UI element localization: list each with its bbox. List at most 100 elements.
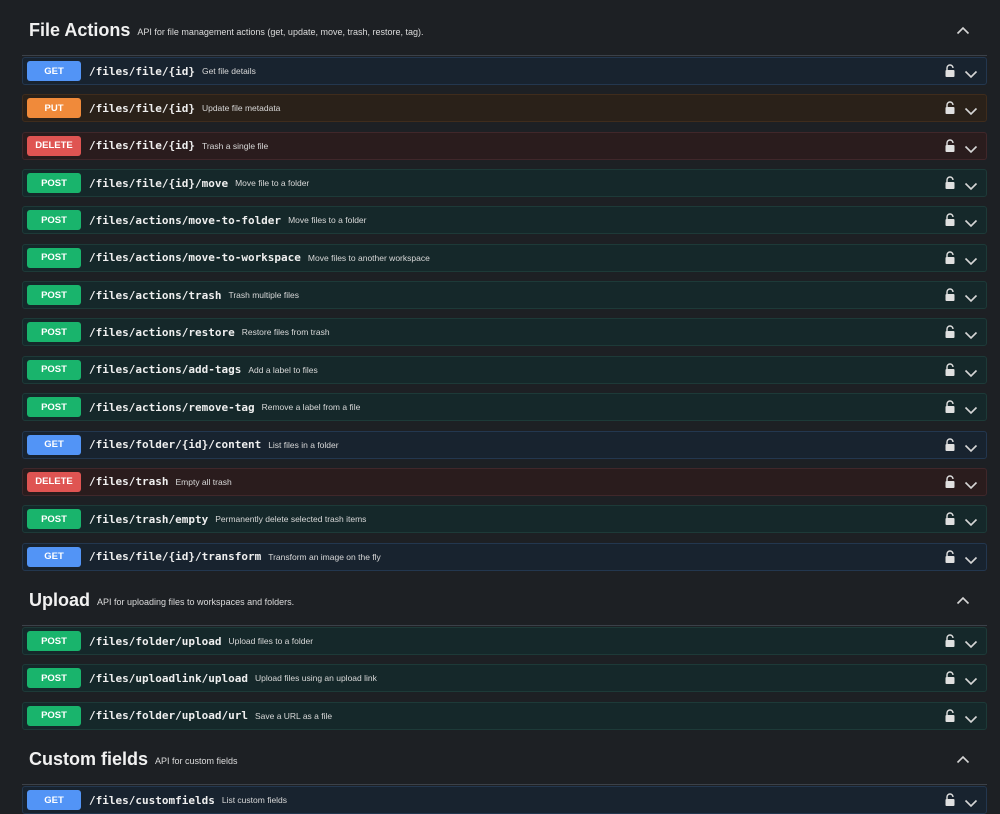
operation-row[interactable]: DELETE/files/file/{id} Trash a single fil… bbox=[22, 131, 987, 160]
lock-icon[interactable] bbox=[944, 793, 956, 807]
method-badge: POST bbox=[27, 359, 81, 380]
operation-row[interactable]: DELETE/files/trash Empty all trash bbox=[22, 467, 987, 496]
endpoint-path: /files/file/{id}/move bbox=[89, 176, 229, 190]
operation-row[interactable]: PUT/files/file/{id} Update file metadata bbox=[22, 94, 987, 123]
chevron-down-icon[interactable] bbox=[964, 103, 978, 116]
chevron-down-icon[interactable] bbox=[964, 327, 978, 340]
endpoint-summary: Move files to a folder bbox=[288, 215, 367, 226]
method-badge: POST bbox=[27, 285, 81, 306]
lock-icon[interactable] bbox=[944, 437, 956, 452]
section-header[interactable]: File Actions API for file management act… bbox=[22, 5, 987, 56]
chevron-down-icon[interactable] bbox=[964, 514, 978, 527]
method-badge: POST bbox=[27, 705, 81, 726]
endpoint-summary: Move file to a folder bbox=[235, 178, 310, 189]
endpoint-path: /files/actions/add-tags bbox=[89, 363, 242, 377]
chevron-down-icon[interactable] bbox=[964, 402, 978, 415]
endpoint-path: /files/actions/restore bbox=[89, 325, 235, 339]
chevron-down-icon[interactable] bbox=[964, 365, 978, 377]
chevron-down-icon[interactable] bbox=[964, 66, 978, 79]
lock-icon[interactable] bbox=[944, 475, 956, 489]
endpoint-summary: Remove a label from a file bbox=[261, 402, 361, 413]
chevron-down-icon[interactable] bbox=[964, 253, 978, 265]
endpoint-summary: Upload files to a folder bbox=[228, 636, 314, 646]
endpoint-path: /files/trash bbox=[89, 475, 169, 489]
operation-row[interactable]: POST/files/actions/add-tags Add a label t… bbox=[22, 355, 987, 384]
chevron-down-icon[interactable] bbox=[964, 215, 978, 228]
endpoint-summary: Permanently delete selected trash items bbox=[215, 514, 367, 525]
endpoint-path: /files/trash/empty bbox=[89, 512, 209, 526]
section-description: API for uploading files to workspaces an… bbox=[97, 596, 295, 607]
lock-icon[interactable] bbox=[944, 213, 956, 227]
chevron-down-icon[interactable] bbox=[964, 636, 978, 649]
method-badge: POST bbox=[27, 173, 81, 194]
operation-row[interactable]: POST/files/actions/move-to-folder Move fi… bbox=[22, 206, 987, 235]
endpoint-summary: Trash multiple files bbox=[228, 290, 299, 301]
section-header[interactable]: Upload API for uploading files to worksp… bbox=[22, 575, 987, 626]
method-badge: GET bbox=[27, 790, 81, 810]
endpoint-path: /files/actions/move-to-workspace bbox=[89, 251, 301, 265]
lock-icon[interactable] bbox=[944, 64, 956, 78]
lock-icon[interactable] bbox=[944, 251, 956, 265]
method-badge: PUT bbox=[27, 98, 81, 119]
endpoint-path: /files/file/{id} bbox=[89, 101, 195, 115]
operation-row[interactable]: GET/files/file/{id}/transform Transform a… bbox=[22, 542, 987, 571]
method-badge: POST bbox=[27, 397, 81, 418]
lock-icon[interactable] bbox=[944, 512, 956, 526]
lock-icon[interactable] bbox=[944, 709, 956, 723]
lock-icon[interactable] bbox=[944, 176, 956, 190]
endpoint-path: /files/actions/move-to-folder bbox=[89, 213, 282, 227]
endpoint-summary: Empty all trash bbox=[175, 476, 232, 487]
api-docs-page: File Actions API for file management act… bbox=[0, 0, 1000, 814]
chevron-down-icon[interactable] bbox=[964, 141, 978, 153]
chevron-down-icon[interactable] bbox=[964, 673, 978, 686]
lock-icon[interactable] bbox=[944, 400, 956, 414]
lock-icon[interactable] bbox=[944, 634, 956, 648]
operation-row[interactable]: GET/files/folder/{id}/content List files … bbox=[22, 430, 987, 459]
operation-row[interactable]: POST/files/actions/trash Trash multiple f… bbox=[22, 281, 987, 310]
chevron-down-icon[interactable] bbox=[964, 440, 978, 452]
endpoint-summary: Upload files using an upload link bbox=[254, 673, 377, 684]
lock-icon[interactable] bbox=[944, 139, 956, 153]
endpoint-path: /files/actions/remove-tag bbox=[89, 400, 255, 414]
operation-row[interactable]: POST/files/trash/empty Permanently delete… bbox=[22, 505, 987, 534]
operation-row[interactable]: POST/files/folder/upload Upload files to … bbox=[22, 627, 987, 655]
endpoint-path: /files/folder/{id}/content bbox=[89, 438, 262, 451]
chevron-down-icon[interactable] bbox=[964, 290, 978, 303]
endpoint-summary: List custom fields bbox=[221, 795, 288, 805]
operation-row[interactable]: POST/files/actions/restore Restore files … bbox=[22, 318, 987, 347]
chevron-up-icon[interactable] bbox=[953, 590, 973, 610]
endpoint-path: /files/customfields bbox=[89, 793, 215, 807]
operation-row[interactable]: POST/files/actions/remove-tag Remove a la… bbox=[22, 393, 987, 422]
lock-icon[interactable] bbox=[944, 671, 956, 685]
chevron-down-icon[interactable] bbox=[964, 711, 978, 723]
method-badge: GET bbox=[27, 434, 81, 455]
lock-icon[interactable] bbox=[944, 549, 956, 564]
section-header[interactable]: Custom fields API for custom fields bbox=[22, 734, 987, 785]
operation-row[interactable]: POST/files/file/{id}/move Move file to a … bbox=[22, 169, 987, 198]
method-badge: POST bbox=[27, 509, 81, 530]
endpoint-path: /files/uploadlink/upload bbox=[89, 671, 248, 685]
chevron-down-icon[interactable] bbox=[964, 795, 978, 808]
endpoint-summary: Restore files from trash bbox=[241, 327, 330, 338]
chevron-down-icon[interactable] bbox=[964, 477, 978, 489]
endpoint-summary: List files in a folder bbox=[268, 439, 339, 450]
operation-row[interactable]: GET/files/customfields List custom fields bbox=[22, 786, 987, 814]
operation-row[interactable]: POST/files/actions/move-to-workspace Move… bbox=[22, 243, 987, 272]
method-badge: DELETE bbox=[27, 135, 81, 156]
chevron-down-icon[interactable] bbox=[964, 178, 978, 191]
chevron-up-icon[interactable] bbox=[953, 20, 973, 40]
endpoint-path: /files/folder/upload/url bbox=[89, 709, 248, 723]
method-badge: POST bbox=[27, 322, 81, 343]
section-description: API for custom fields bbox=[155, 755, 238, 766]
chevron-up-icon[interactable] bbox=[953, 749, 973, 769]
lock-icon[interactable] bbox=[944, 288, 956, 302]
lock-icon[interactable] bbox=[944, 101, 956, 115]
endpoint-path: /files/file/{id} bbox=[89, 139, 195, 153]
lock-icon[interactable] bbox=[944, 363, 956, 377]
operation-row[interactable]: GET/files/file/{id} Get file details bbox=[22, 57, 987, 85]
lock-icon[interactable] bbox=[944, 325, 956, 339]
section-title: File Actions bbox=[29, 19, 131, 40]
operation-row[interactable]: POST/files/folder/upload/url Save a URL a… bbox=[22, 701, 987, 730]
operation-row[interactable]: POST/files/uploadlink/upload Upload files… bbox=[22, 664, 987, 693]
chevron-down-icon[interactable] bbox=[964, 552, 978, 564]
